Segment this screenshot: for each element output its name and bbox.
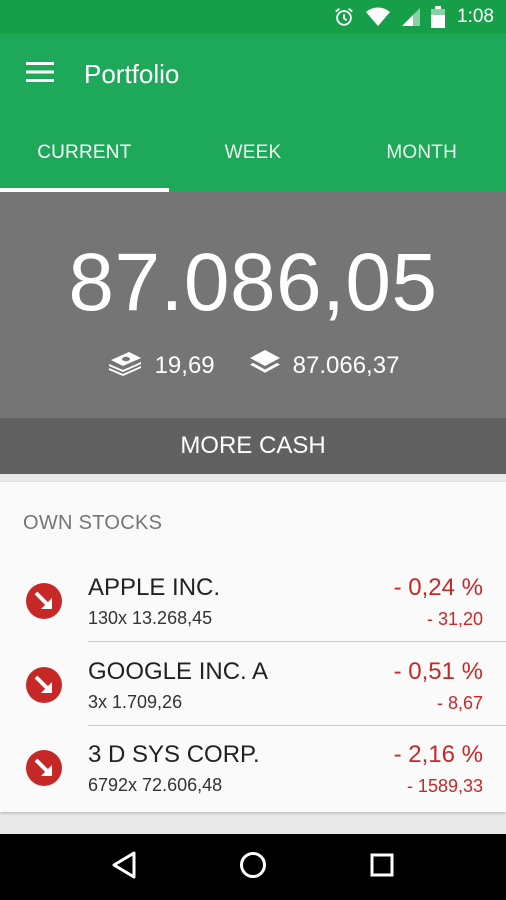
arrow-down-right-icon	[25, 666, 63, 704]
back-button[interactable]	[94, 837, 154, 897]
cash-value: 19,69	[154, 351, 215, 379]
tab-month[interactable]: MONTH	[337, 114, 506, 192]
stock-row-apple[interactable]: APPLE INC. 130x 13.268,45 - 0,24 % - 31,…	[0, 560, 506, 642]
stock-row-3d-systems[interactable]: 3 D SYS CORP. 6792x 72.606,48 - 2,16 % -…	[0, 727, 506, 809]
stock-change-percent: - 2,16 %	[393, 741, 483, 768]
stocks-value: 87.066,37	[292, 351, 400, 379]
stock-row-google[interactable]: GOOGLE INC. A 3x 1.709,26 - 0,51 % - 8,6…	[0, 644, 506, 726]
recents-button[interactable]	[352, 837, 412, 897]
stock-detail: 6792x 72.606,48	[88, 775, 223, 795]
tab-week[interactable]: WEEK	[169, 114, 338, 192]
layers-icon	[249, 348, 281, 383]
stock-change-absolute: - 1589,33	[406, 776, 483, 796]
app-bar: Portfolio	[0, 34, 506, 114]
stock-name: APPLE INC.	[88, 574, 221, 601]
home-icon	[239, 851, 267, 884]
tab-bar: CURRENT WEEK MONTH	[0, 114, 506, 192]
back-icon	[111, 851, 137, 884]
stock-change-percent: - 0,24 %	[393, 574, 483, 601]
row-divider	[88, 641, 506, 642]
status-bar: 1:08	[0, 0, 506, 34]
battery-icon	[431, 6, 446, 28]
signal-icon	[401, 7, 421, 27]
tab-current[interactable]: CURRENT	[0, 114, 169, 192]
page-title: Portfolio	[84, 58, 180, 89]
more-cash-button[interactable]: MORE CASH	[0, 418, 506, 474]
stock-change-absolute: - 31,20	[426, 609, 483, 629]
hamburger-icon	[26, 61, 54, 88]
portfolio-summary: 87.086,05 19,69 87.066,37	[0, 192, 506, 418]
stock-name: GOOGLE INC. A	[88, 658, 269, 685]
portfolio-total: 87.086,05	[68, 237, 438, 328]
arrow-down-right-icon	[25, 749, 63, 787]
stock-detail: 3x 1.709,26	[88, 692, 183, 712]
stock-detail: 130x 13.268,45	[88, 608, 213, 628]
stock-name: 3 D SYS CORP.	[88, 741, 260, 768]
home-button[interactable]	[223, 837, 283, 897]
section-header: OWN STOCKS	[23, 512, 163, 534]
menu-button[interactable]	[0, 34, 80, 114]
stock-change-absolute: - 8,67	[436, 693, 483, 713]
row-divider	[88, 725, 506, 726]
cash-value-group: 19,69	[107, 348, 215, 383]
stock-change-percent: - 0,51 %	[393, 658, 483, 685]
system-nav-bar	[0, 834, 506, 900]
money-stack-icon	[107, 348, 143, 383]
wifi-icon	[365, 7, 391, 27]
summary-breakdown: 19,69 87.066,37	[0, 348, 506, 383]
alarm-icon	[333, 6, 355, 28]
recents-icon	[370, 853, 394, 882]
arrow-down-right-icon	[25, 582, 63, 620]
status-time: 1:08	[457, 6, 494, 27]
stocks-value-group: 87.066,37	[249, 348, 400, 383]
own-stocks-card: OWN STOCKS APPLE INC. 130x 13.268,45 - 0…	[0, 482, 506, 812]
